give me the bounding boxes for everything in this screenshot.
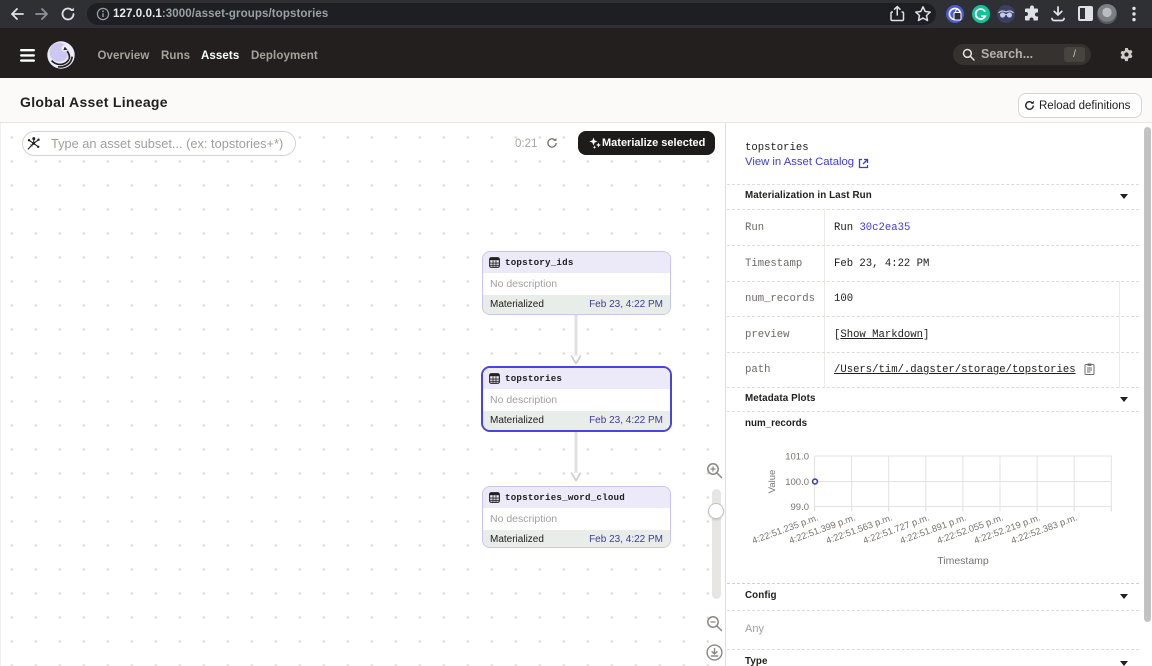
svg-text:100.0: 100.0 [785,477,809,488]
svg-text:Value: Value [767,470,778,494]
svg-text:101.0: 101.0 [785,452,809,463]
svg-text:99.0: 99.0 [791,502,810,513]
svg-text:Timestamp: Timestamp [937,555,989,567]
